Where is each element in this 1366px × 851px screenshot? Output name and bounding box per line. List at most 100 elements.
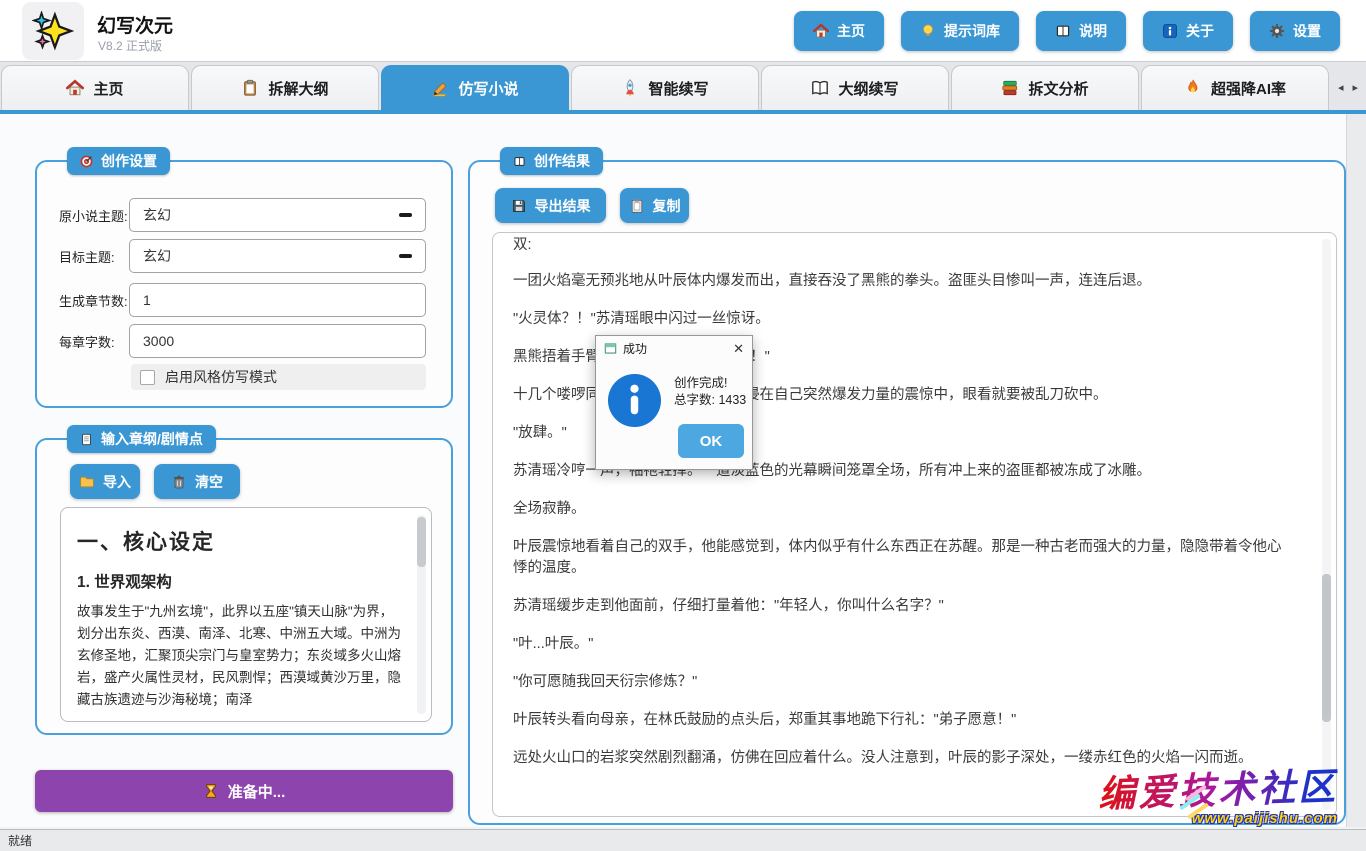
book-open-icon: [811, 79, 829, 97]
home-icon: [66, 79, 84, 97]
words-per-chapter-input[interactable]: [129, 324, 426, 358]
tab-smart-continue[interactable]: 智能续写: [571, 65, 759, 110]
tab-reduce-ai-rate[interactable]: 超强降AI率: [1141, 65, 1329, 110]
target-theme-value: 玄幻: [143, 246, 171, 266]
outline-scrollbar-thumb[interactable]: [417, 517, 426, 567]
tab-outline-breakdown[interactable]: 拆解大纲: [191, 65, 379, 110]
status-text: 就绪: [8, 832, 32, 849]
window-icon: [604, 342, 617, 355]
creation-result-title: 创作结果: [500, 147, 603, 175]
chapter-count-input[interactable]: [129, 283, 426, 317]
folder-icon: [79, 474, 95, 490]
fire-icon: [1184, 79, 1202, 97]
result-scrollbar-thumb[interactable]: [1322, 574, 1331, 722]
home-icon: [813, 23, 829, 39]
settings-button[interactable]: 设置: [1250, 11, 1340, 51]
about-button-label: 关于: [1186, 21, 1214, 41]
success-message-line2: 总字数: 1433: [674, 392, 746, 409]
result-paragraph: 叶辰转头看向母亲，在林氏鼓励的点头后，郑重其事地跪下行礼："弟子愿意！": [513, 710, 1294, 731]
tab-outline-continue[interactable]: 大纲续写: [761, 65, 949, 110]
source-theme-select[interactable]: 玄幻: [129, 198, 426, 232]
result-paragraph: "火灵体？！"苏清瑶眼中闪过一丝惊讶。: [513, 309, 1294, 330]
outline-scrollbar-track[interactable]: [417, 515, 426, 714]
clear-button-label: 清空: [195, 472, 223, 492]
style-imitation-row: 启用风格仿写模式: [131, 364, 426, 390]
rocket-icon: [621, 79, 639, 97]
style-imitation-checkbox[interactable]: [140, 370, 155, 385]
main-content: 创作设置 原小说主题: 玄幻 目标主题: 玄幻 生成章节数: 每章字数:: [0, 114, 1366, 827]
start-generation-button[interactable]: 准备中...: [35, 770, 453, 812]
trash-icon: [171, 474, 187, 490]
tab-home[interactable]: 主页: [1, 65, 189, 110]
start-generation-button-label: 准备中...: [228, 781, 286, 802]
save-icon: [511, 198, 527, 214]
tab-text-analysis[interactable]: 拆文分析: [951, 65, 1139, 110]
outline-body: 故事发生于"九州玄境"，此界以五座"镇天山脉"为界，划分出东炎、西漠、南泽、北寒…: [77, 601, 403, 711]
source-theme-row: 原小说主题: 玄幻: [59, 198, 426, 232]
tab-scroll-left-arrow[interactable]: ◂: [1335, 79, 1347, 96]
tab-scroll-right-arrow[interactable]: ▸: [1350, 79, 1362, 96]
dropdown-dash-icon: [399, 254, 412, 258]
words-per-chapter-label: 每章字数:: [59, 332, 129, 351]
result-paragraph: 全场寂静。: [513, 499, 1294, 520]
gear-icon: [1269, 23, 1285, 39]
success-dialog: 成功 ✕ 创作完成! 总字数: 1433 OK: [595, 335, 753, 470]
settings-button-label: 设置: [1293, 21, 1321, 41]
export-result-button[interactable]: 导出结果: [495, 188, 606, 223]
document-icon: [80, 433, 93, 446]
copy-button-label: 复制: [653, 196, 681, 216]
result-paragraph: "你可愿随我回天衍宗修炼？": [513, 672, 1294, 693]
tab-outline-continue-label: 大纲续写: [838, 78, 898, 99]
close-icon[interactable]: ✕: [733, 342, 744, 355]
import-button[interactable]: 导入: [70, 464, 140, 499]
instructions-button-label: 说明: [1079, 21, 1107, 41]
words-per-chapter-row: 每章字数:: [59, 324, 426, 358]
result-paragraph: "叶...叶辰。": [513, 634, 1294, 655]
outline-subheading: 1. 世界观架构: [77, 570, 403, 592]
success-message-line1: 创作完成!: [674, 375, 746, 392]
prompt-library-button[interactable]: 提示词库: [901, 11, 1019, 51]
hourglass-icon: [203, 783, 219, 799]
creation-result-title-label: 创作结果: [534, 151, 590, 171]
import-button-label: 导入: [103, 472, 131, 492]
tab-scroll-arrows: ◂ ▸: [1330, 65, 1366, 110]
header-buttons: 主页 提示词库 说明 关于 设置: [794, 11, 1340, 51]
tab-reduce-ai-rate-label: 超强降AI率: [1211, 78, 1286, 99]
source-theme-label: 原小说主题:: [59, 206, 129, 225]
creation-settings-title-label: 创作设置: [101, 151, 157, 171]
tab-imitate-novel[interactable]: 仿写小说: [381, 65, 569, 110]
style-imitation-label: 启用风格仿写模式: [165, 367, 277, 387]
tab-text-analysis-label: 拆文分析: [1028, 78, 1088, 99]
outline-text-area[interactable]: 一、核心设定 1. 世界观架构 故事发生于"九州玄境"，此界以五座"镇天山脉"为…: [60, 507, 432, 722]
status-bar: 就绪: [0, 829, 1366, 851]
tab-imitate-novel-label: 仿写小说: [458, 78, 518, 99]
result-paragraph: 苏清瑶缓步走到他面前，仔细打量着他："年轻人，你叫什么名字？": [513, 596, 1294, 617]
target-theme-select[interactable]: 玄幻: [129, 239, 426, 273]
chapter-count-row: 生成章节数:: [59, 283, 426, 317]
result-text-area[interactable]: 双: 一团火焰毫无预兆地从叶辰体内爆发而出，直接吞没了黑熊的拳头。盗匪头目惨叫一…: [492, 232, 1337, 817]
book-open-icon: [513, 155, 526, 168]
target-icon: [80, 155, 93, 168]
prompt-library-button-label: 提示词库: [944, 21, 1000, 41]
creation-result-panel: 创作结果 导出结果 复制 双: 一团火焰毫无预兆地从叶辰体内爆发而出，直接吞没了…: [468, 160, 1346, 825]
target-theme-row: 目标主题: 玄幻: [59, 239, 426, 273]
result-paragraph: 双:: [513, 235, 1294, 256]
tab-bar: 主页 拆解大纲 仿写小说 智能续写 大纲续写 拆文分析 超强降AI率 ◂ ▸: [0, 62, 1366, 114]
sparkles-icon: [32, 11, 74, 51]
copy-button[interactable]: 复制: [620, 188, 689, 223]
copy-icon: [629, 198, 645, 214]
success-dialog-title: 成功: [623, 340, 647, 357]
manual-icon: [1055, 23, 1071, 39]
write-icon: [431, 79, 449, 97]
result-scrollbar-track[interactable]: [1322, 239, 1331, 810]
home-button[interactable]: 主页: [794, 11, 884, 51]
creation-settings-title: 创作设置: [67, 147, 170, 175]
instructions-button[interactable]: 说明: [1036, 11, 1126, 51]
home-button-label: 主页: [837, 21, 865, 41]
app-header: 幻写次元 V8.2 正式版 主页 提示词库 说明 关于 设置: [0, 0, 1366, 62]
success-dialog-titlebar[interactable]: 成功 ✕: [596, 336, 752, 361]
clipboard-icon: [241, 79, 259, 97]
about-button[interactable]: 关于: [1143, 11, 1233, 51]
ok-button[interactable]: OK: [678, 424, 744, 458]
clear-button[interactable]: 清空: [154, 464, 240, 499]
